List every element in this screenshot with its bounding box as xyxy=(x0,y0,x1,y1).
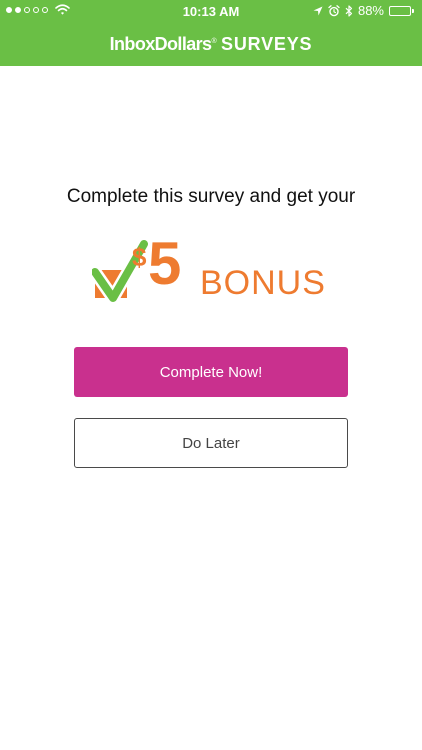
bluetooth-icon xyxy=(345,4,353,17)
status-bar: 10:13 AM 88% xyxy=(0,0,422,22)
status-icons: 88% xyxy=(313,3,414,18)
bonus-label: BONUS xyxy=(200,264,326,302)
complete-now-button[interactable]: Complete Now! xyxy=(74,347,348,397)
top-bar: 10:13 AM 88% InboxDollars® SURVEYS xyxy=(0,0,422,66)
brand-trademark: ® xyxy=(211,37,217,45)
app-header: InboxDollars® SURVEYS xyxy=(0,22,422,66)
bonus-currency: $ xyxy=(132,242,147,272)
header-title: SURVEYS xyxy=(221,33,313,54)
brand-logo: InboxDollars® xyxy=(110,34,221,55)
battery-percent: 88% xyxy=(357,3,384,18)
location-arrow-icon xyxy=(313,6,323,15)
bonus-amount: 5 xyxy=(148,230,181,297)
alarm-icon xyxy=(328,4,340,16)
survey-headline: Complete this survey and get your xyxy=(66,186,356,207)
bonus-badge: $ 5 BONUS xyxy=(92,234,332,304)
battery-icon xyxy=(389,5,414,16)
brand-name: InboxDollars xyxy=(109,33,212,54)
do-later-button[interactable]: Do Later xyxy=(74,418,348,468)
